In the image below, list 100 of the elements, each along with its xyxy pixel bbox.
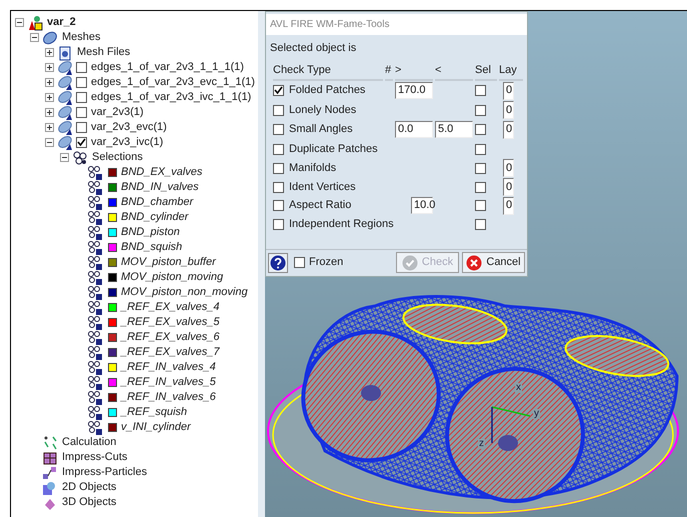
tree-item-label[interactable]: _REF_IN_valves_5 xyxy=(121,374,216,391)
tree-item-label[interactable]: _REF_IN_valves_4 xyxy=(121,359,216,376)
check-label[interactable]: Manifolds xyxy=(289,160,336,176)
tree-item-label[interactable]: 3D Objects xyxy=(62,494,116,511)
checkbox[interactable] xyxy=(475,104,486,116)
tree-item-label[interactable]: Selections xyxy=(92,149,143,166)
dots-icon xyxy=(87,374,103,390)
input-field[interactable]: 0 xyxy=(503,196,514,214)
checkbox[interactable] xyxy=(273,162,284,174)
checkbox[interactable] xyxy=(273,144,284,154)
check-label[interactable]: Duplicate Patches xyxy=(289,140,378,158)
tree-item-label[interactable]: edges_1_of_var_2v3_evc_1_1(1) xyxy=(91,74,255,91)
check-label[interactable]: Aspect Ratio xyxy=(289,197,352,214)
checkbox[interactable] xyxy=(76,77,87,88)
check-label[interactable]: Folded Patches xyxy=(289,82,366,99)
tree-item-label[interactable]: var_2v3_ivc(1) xyxy=(91,134,164,151)
tree-item-label[interactable]: Meshes xyxy=(62,29,101,46)
input-field[interactable]: 0 xyxy=(503,82,514,100)
check-label[interactable]: Independent Regions xyxy=(289,216,394,232)
tree-item-label[interactable]: MOV_piston_moving xyxy=(121,269,224,286)
input-field[interactable]: 0 xyxy=(503,120,514,138)
tree-item-label[interactable]: MOV_piston_non_moving xyxy=(121,284,248,301)
expand-icon[interactable] xyxy=(45,63,54,72)
tree-item-label[interactable]: BND_IN_valves xyxy=(121,179,199,196)
collapse-icon[interactable] xyxy=(45,138,54,147)
collapse-icon[interactable] xyxy=(15,18,24,27)
tree-item-label[interactable]: BND_squish xyxy=(121,239,182,256)
help-button[interactable] xyxy=(268,252,288,272)
dots-icon xyxy=(87,404,103,420)
tree-item-label[interactable]: BND_cylinder xyxy=(121,209,188,226)
checkbox[interactable] xyxy=(273,200,284,211)
dots-icon xyxy=(87,360,103,376)
checkbox[interactable] xyxy=(76,122,87,133)
disc-icon xyxy=(42,30,58,46)
collapse-icon[interactable] xyxy=(60,153,69,162)
tree-item-label[interactable]: edges_1_of_var_2v3_1_1_1(1) xyxy=(91,59,244,76)
check-label[interactable]: Lonely Nodes xyxy=(289,102,356,118)
expand-icon[interactable] xyxy=(45,78,54,87)
checkbox[interactable] xyxy=(273,104,284,116)
checkbox[interactable] xyxy=(475,85,486,96)
expand-icon[interactable] xyxy=(45,123,54,132)
checkbox[interactable] xyxy=(273,182,284,192)
expand-icon[interactable] xyxy=(45,108,54,117)
checkbox[interactable] xyxy=(76,137,87,148)
tree-item-label[interactable]: MOV_piston_buffer xyxy=(121,254,216,271)
input-field[interactable]: 0.0 xyxy=(395,121,433,138)
tree-item-label[interactable]: _REF_IN_valves_6 xyxy=(121,389,216,406)
tree-item-label[interactable]: _REF_EX_valves_4 xyxy=(121,299,220,316)
checkbox[interactable] xyxy=(76,92,87,103)
tree-item-label[interactable]: BND_chamber xyxy=(121,194,194,211)
input-field[interactable]: 0 xyxy=(503,178,514,196)
checkbox[interactable] xyxy=(475,144,486,154)
input-field[interactable]: 0 xyxy=(503,159,514,177)
checkbox[interactable] xyxy=(475,218,486,230)
tree-item-label[interactable]: _REF_EX_valves_6 xyxy=(121,329,220,346)
column-header: # xyxy=(385,62,393,80)
tree-item-label[interactable]: 2D Objects xyxy=(62,479,116,496)
checkbox[interactable] xyxy=(294,257,305,268)
tree-item-label[interactable]: Impress-Particles xyxy=(62,464,147,481)
checkbox[interactable] xyxy=(273,85,284,96)
input-field[interactable]: 170.0 xyxy=(395,82,433,99)
dots-icon xyxy=(87,164,103,180)
input-field[interactable]: 0 xyxy=(503,101,514,119)
checkbox[interactable] xyxy=(475,182,486,192)
tree-item-label[interactable]: v_INI_cylinder xyxy=(121,419,191,436)
tree-item-label[interactable]: edges_1_of_var_2v3_ivc_1_1(1) xyxy=(91,89,252,106)
tree-item-label[interactable]: _REF_EX_valves_5 xyxy=(121,314,220,331)
tree-item-label[interactable]: var_2v3_evc(1) xyxy=(91,119,167,136)
tree-item-label[interactable]: Calculation xyxy=(62,434,116,451)
check-label[interactable]: Small Angles xyxy=(289,121,353,138)
dots-icon xyxy=(87,330,103,346)
tree-item-label[interactable]: _REF_EX_valves_7 xyxy=(121,344,220,361)
checkbox[interactable] xyxy=(475,124,486,135)
expand-icon[interactable] xyxy=(45,93,54,102)
checkbox[interactable] xyxy=(475,162,486,174)
scrollbar-track[interactable] xyxy=(258,11,265,517)
dots-icon xyxy=(87,194,103,210)
tree-item-label[interactable]: var_2v3(1) xyxy=(91,104,144,121)
checkbox[interactable] xyxy=(475,200,486,211)
checkbox[interactable] xyxy=(76,62,87,73)
collapse-icon[interactable] xyxy=(30,33,39,42)
checkbox[interactable] xyxy=(273,124,284,135)
input-field[interactable]: 10.0 xyxy=(411,197,433,214)
checkbox-label[interactable]: Frozen xyxy=(309,254,344,271)
tree-item-label[interactable]: Mesh Files xyxy=(77,44,130,61)
cancel-button[interactable]: Cancel xyxy=(462,252,525,273)
checkbox[interactable] xyxy=(76,107,87,118)
dots-icon xyxy=(87,390,103,406)
dots-icon xyxy=(87,420,103,436)
column-header: < xyxy=(435,62,473,80)
checkbox[interactable] xyxy=(273,218,284,230)
tree-item-label[interactable]: _REF_squish xyxy=(121,404,188,421)
check-label[interactable]: Ident Vertices xyxy=(289,178,356,196)
tree-item-label[interactable]: var_2 xyxy=(47,14,76,31)
tree-item-label[interactable]: BND_EX_valves xyxy=(121,164,202,181)
expand-icon[interactable] xyxy=(45,48,54,57)
input-field[interactable]: 5.0 xyxy=(435,121,473,138)
tree-item-label[interactable]: BND_piston xyxy=(121,224,180,241)
tree-item-label[interactable]: Impress-Cuts xyxy=(62,449,128,466)
dots-icon xyxy=(87,314,103,330)
